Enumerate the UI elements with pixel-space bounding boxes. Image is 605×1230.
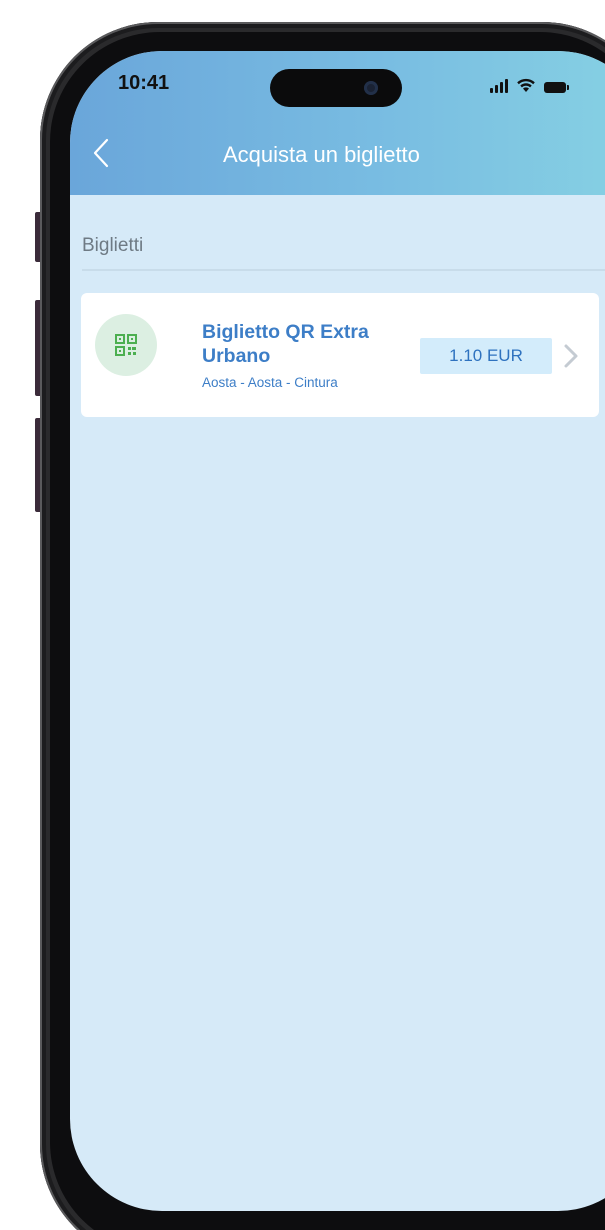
wifi-icon (516, 78, 536, 93)
page-title: Acquista un biglietto (223, 142, 420, 167)
status-icons (490, 73, 569, 93)
chevron-right-icon (564, 344, 578, 368)
back-button[interactable] (86, 133, 116, 173)
qr-code-icon (115, 334, 137, 356)
ticket-price: 1.10 EUR (420, 338, 552, 374)
chevron-left-icon (93, 138, 109, 168)
ticket-list-item[interactable]: Biglietto QR Extra Urbano Aosta - Aosta … (81, 293, 599, 417)
battery-icon (544, 82, 569, 93)
dynamic-island (270, 69, 402, 107)
nav-header: 10:41 Acquista un biglietto (70, 51, 605, 195)
cellular-signal-icon (490, 79, 508, 93)
ticket-route: Aosta - Aosta - Cintura (202, 375, 338, 390)
ticket-name: Biglietto QR Extra Urbano (202, 321, 369, 367)
status-time: 10:41 (118, 72, 170, 94)
section-divider (82, 269, 605, 271)
ticket-icon-badge (95, 314, 157, 376)
phone-frame: 10:41 Acquista un biglietto Biglietti Bi… (40, 22, 605, 1230)
camera-icon (364, 81, 378, 95)
section-title: Biglietti (82, 235, 144, 256)
app-screen: 10:41 Acquista un biglietto Biglietti Bi… (70, 51, 605, 1211)
device-mockup: 10:41 Acquista un biglietto Biglietti Bi… (0, 0, 605, 1230)
